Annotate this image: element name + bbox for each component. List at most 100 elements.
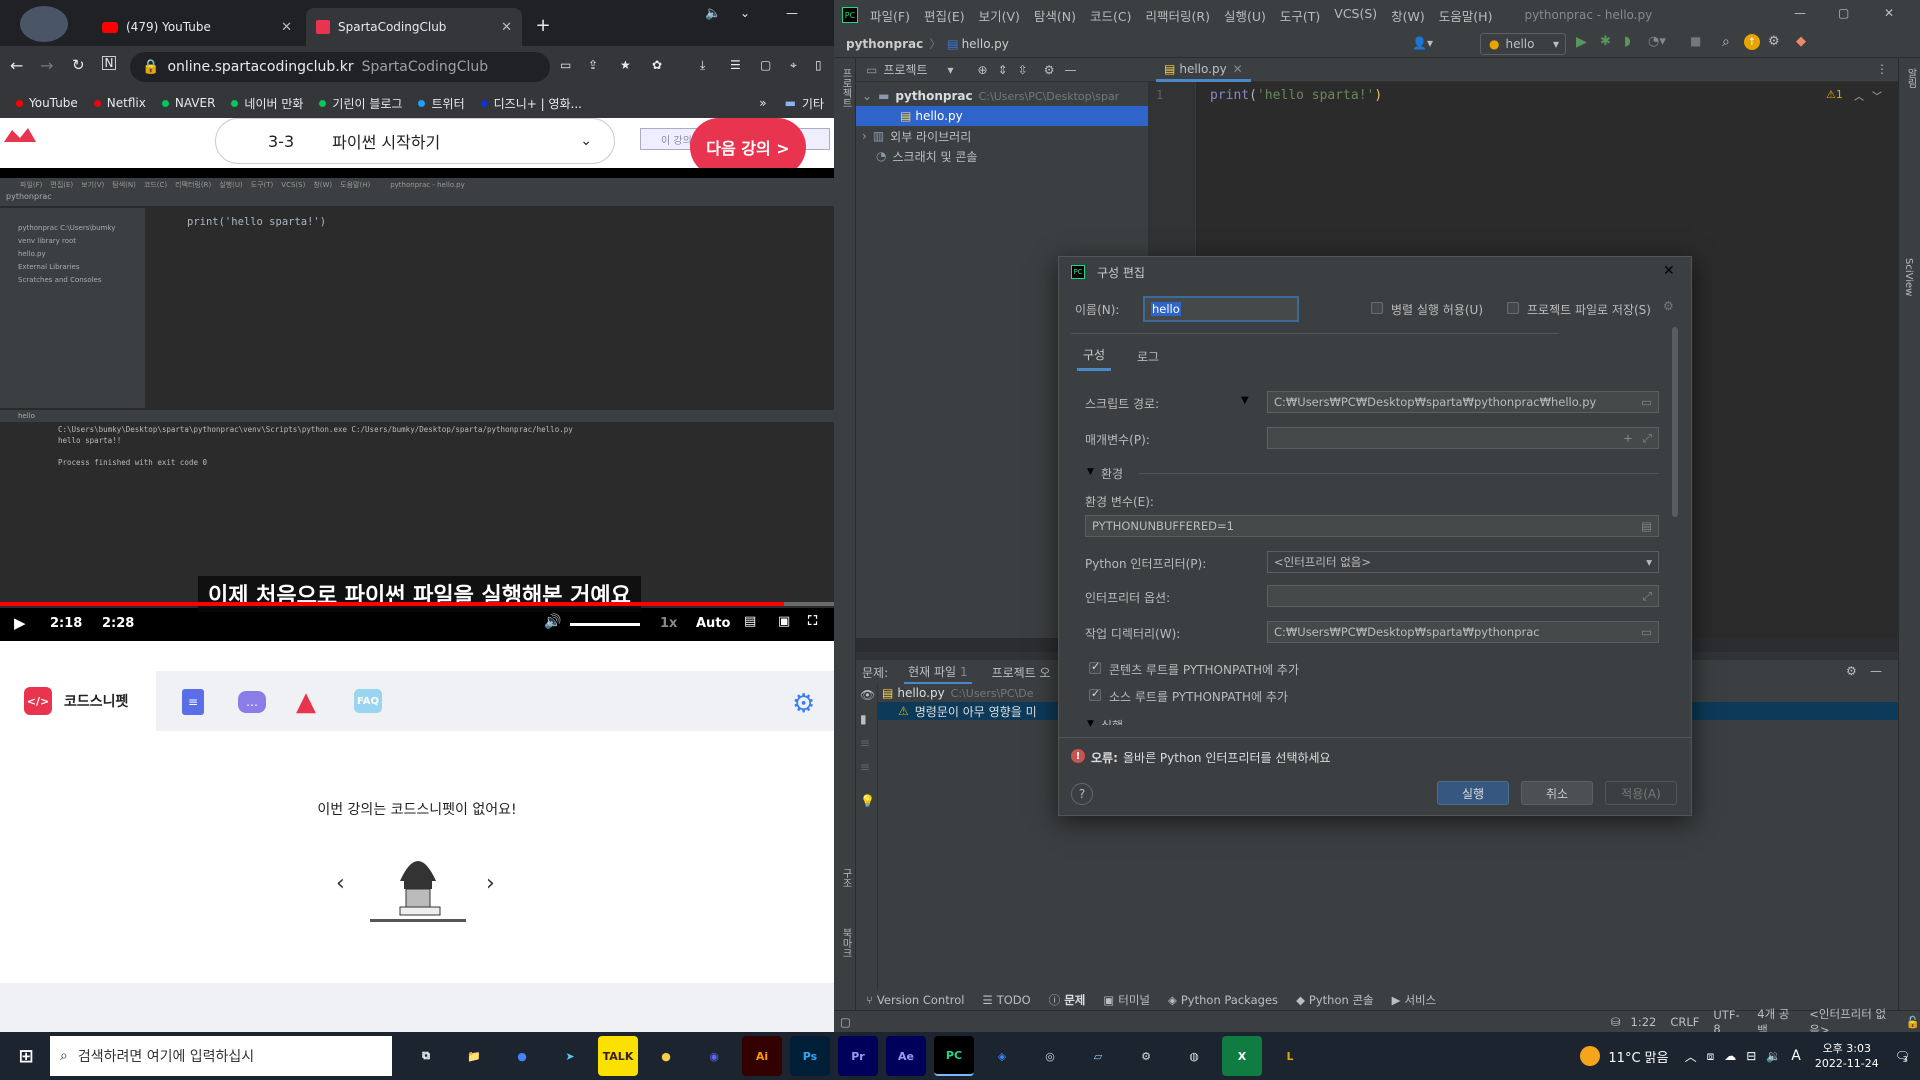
editor-tab-hello[interactable]: ▤ hello.py ✕ (1156, 58, 1251, 82)
expand-icon[interactable]: ⤢ (1643, 589, 1652, 604)
workdir-input[interactable]: C:₩Users₩PC₩Desktop₩sparta₩pythonprac ▭ (1267, 621, 1659, 643)
install-icon[interactable]: ▭ (560, 58, 571, 72)
chevron-up-icon[interactable]: ︿ (1854, 88, 1864, 103)
menu-item[interactable]: 실행(U) (1224, 6, 1266, 25)
tool-window-button[interactable]: ☰ TODO (982, 993, 1030, 1007)
expand-icon[interactable]: ⤢ (1643, 431, 1652, 446)
app-yellow-icon[interactable]: L (1270, 1036, 1310, 1076)
collapse-triangle-icon[interactable]: ▼ (1087, 467, 1094, 477)
status-position[interactable]: 1:22 (1631, 1015, 1657, 1029)
tab-project-errors[interactable]: 프로젝트 오 (992, 664, 1051, 681)
allow-parallel-checkbox[interactable] (1371, 302, 1383, 314)
weather-text[interactable]: 11°C 맑음 (1608, 1047, 1668, 1066)
scrollbar-track[interactable] (1671, 327, 1679, 717)
warning-count[interactable]: ⚠1 (1826, 88, 1843, 101)
video-player[interactable]: 파일(F) 편집(E) 보기(V) 탐색(N) 코드(C) 리팩터링(R) 실행(U) 도구(… (0, 168, 834, 641)
gear-icon[interactable]: ⚙ (1846, 664, 1857, 678)
close-icon[interactable]: ✕ (501, 20, 512, 35)
tool-window-button[interactable]: ◈ Python Packages (1168, 993, 1278, 1007)
url-input[interactable]: 🔒 online.spartacodingclub.kr SpartaCodin… (130, 52, 550, 82)
share-icon[interactable]: ⇪ (588, 58, 598, 72)
add-icon[interactable]: + (1623, 431, 1633, 445)
params-input[interactable]: + ⤢ (1267, 427, 1659, 449)
project-tab-label[interactable]: 프로젝트 (883, 61, 927, 78)
tray-icon[interactable]: ⧈ (1707, 1049, 1715, 1064)
bookmark-item[interactable]: 트위터 (418, 95, 465, 112)
user-icon[interactable]: 👤▾ (1412, 36, 1433, 50)
screenshot-icon[interactable]: ⌖ (790, 58, 797, 73)
notification-icon[interactable]: 🗨 3 (1895, 1049, 1910, 1064)
sidebar-icon[interactable]: ▯ (815, 58, 822, 72)
chevron-down-icon[interactable]: ⌄ (740, 6, 750, 20)
close-icon[interactable]: ✕ (1884, 6, 1894, 20)
status-lineend[interactable]: CRLF (1670, 1015, 1699, 1029)
name-input[interactable]: hello (1143, 296, 1299, 322)
memory-icon[interactable]: ⛁ (1611, 1015, 1621, 1029)
faq-icon[interactable]: FAQ (354, 689, 382, 713)
hide-icon[interactable]: — (1870, 664, 1882, 678)
chrome-icon[interactable]: ● (502, 1036, 542, 1076)
bookmark-item[interactable]: 네이버 만화 (231, 95, 303, 112)
menu-item[interactable]: 도구(T) (1280, 6, 1320, 25)
tool-window-button[interactable]: ◆ Python 콘솔 (1296, 992, 1374, 1008)
tool-window-button[interactable]: ⑂ Version Control (866, 993, 964, 1007)
collapse-all-icon[interactable]: ≡ (860, 760, 870, 774)
messenger-icon[interactable]: ● (646, 1036, 686, 1076)
menu-item[interactable]: 파일(F) (870, 6, 910, 25)
apply-button[interactable]: 적용(A) (1605, 781, 1677, 805)
tab-sparta[interactable]: SpartaCodingClub ✕ (306, 8, 522, 46)
hide-icon[interactable]: — (1065, 63, 1077, 77)
breadcrumb-project[interactable]: pythonprac (846, 37, 923, 51)
run-button[interactable]: 실행 (1437, 781, 1509, 805)
tree-item-external[interactable]: › ▥ 외부 라이브러리 (856, 126, 1148, 146)
script-path-input[interactable]: C:₩Users₩PC₩Desktop₩sparta₩pythonprac₩he… (1267, 391, 1659, 413)
pip-icon[interactable]: ▣ (778, 614, 790, 629)
new-tab-icon[interactable]: + (532, 14, 554, 36)
back-icon[interactable]: ← (10, 56, 23, 75)
panel-icon[interactable]: ▮ (860, 712, 867, 726)
captions-icon[interactable]: ▤ (744, 614, 756, 629)
bookmark-item[interactable]: NAVER (161, 96, 215, 110)
store-project-checkbox[interactable] (1507, 302, 1519, 314)
close-icon[interactable]: ✕ (1233, 62, 1243, 76)
chevron-down-icon[interactable]: ▾ (948, 63, 954, 77)
kakaotalk-icon[interactable]: TALK (598, 1036, 638, 1076)
menu-item[interactable]: 편집(E) (924, 6, 965, 25)
debug-icon[interactable]: ✱ (1600, 34, 1611, 49)
fullscreen-icon[interactable]: ⛶ (808, 614, 817, 629)
tab-code-snippet[interactable]: </> 코드스니펫 (0, 671, 156, 731)
extension-n-icon[interactable]: N (102, 56, 116, 70)
scrollbar-thumb[interactable] (1672, 327, 1678, 517)
video-progress-track[interactable] (0, 602, 834, 606)
forward-icon[interactable]: → (40, 56, 53, 75)
pycharm-icon[interactable]: PC (934, 1036, 974, 1076)
weather-icon[interactable] (1580, 1046, 1601, 1066)
menu-item[interactable]: 보기(V) (979, 6, 1020, 25)
tray-chevron-icon[interactable]: ︿ (1685, 1048, 1697, 1065)
search-icon[interactable]: ⌕ (1722, 34, 1730, 50)
lightbulb-icon[interactable]: 💡 (860, 794, 875, 808)
profile-icon[interactable]: ◔▾ (1648, 34, 1666, 49)
expand-icon[interactable]: ⇳ (1018, 63, 1028, 77)
speaker-icon[interactable]: 🔈 (705, 6, 721, 21)
tool-notifications[interactable]: 알림 (1903, 68, 1918, 88)
gear-icon[interactable]: ⚙ (1663, 299, 1674, 313)
interpreter-select[interactable]: <인터프리터 없음> ▾ (1267, 551, 1659, 573)
app-blue-icon[interactable]: ◈ (982, 1036, 1022, 1076)
chevron-down-icon[interactable]: ﹀ (1872, 88, 1882, 103)
premiere-icon[interactable]: Pr (838, 1036, 878, 1076)
app-gear-icon[interactable]: ⚙ (1126, 1036, 1166, 1076)
folder-icon[interactable]: ▭ (1641, 395, 1652, 409)
collapse-triangle-icon[interactable]: ▼ (1087, 719, 1094, 729)
breadcrumb-file[interactable]: hello.py (962, 37, 1009, 51)
cast-icon[interactable]: ▢ (760, 58, 771, 72)
app-bird-icon[interactable]: ➤ (550, 1036, 590, 1076)
reading-list-icon[interactable]: ☰ (730, 58, 741, 72)
expand-all-icon[interactable]: ≡ (860, 736, 870, 750)
after-effects-icon[interactable]: Ae (886, 1036, 926, 1076)
edit-list-icon[interactable]: ▤ (1641, 519, 1652, 533)
tool-structure[interactable]: 구조 (838, 868, 853, 888)
close-icon[interactable]: ✕ (281, 20, 292, 35)
tab-youtube[interactable]: (479) YouTube ✕ (92, 8, 302, 46)
menu-item[interactable]: VCS(S) (1334, 6, 1377, 25)
